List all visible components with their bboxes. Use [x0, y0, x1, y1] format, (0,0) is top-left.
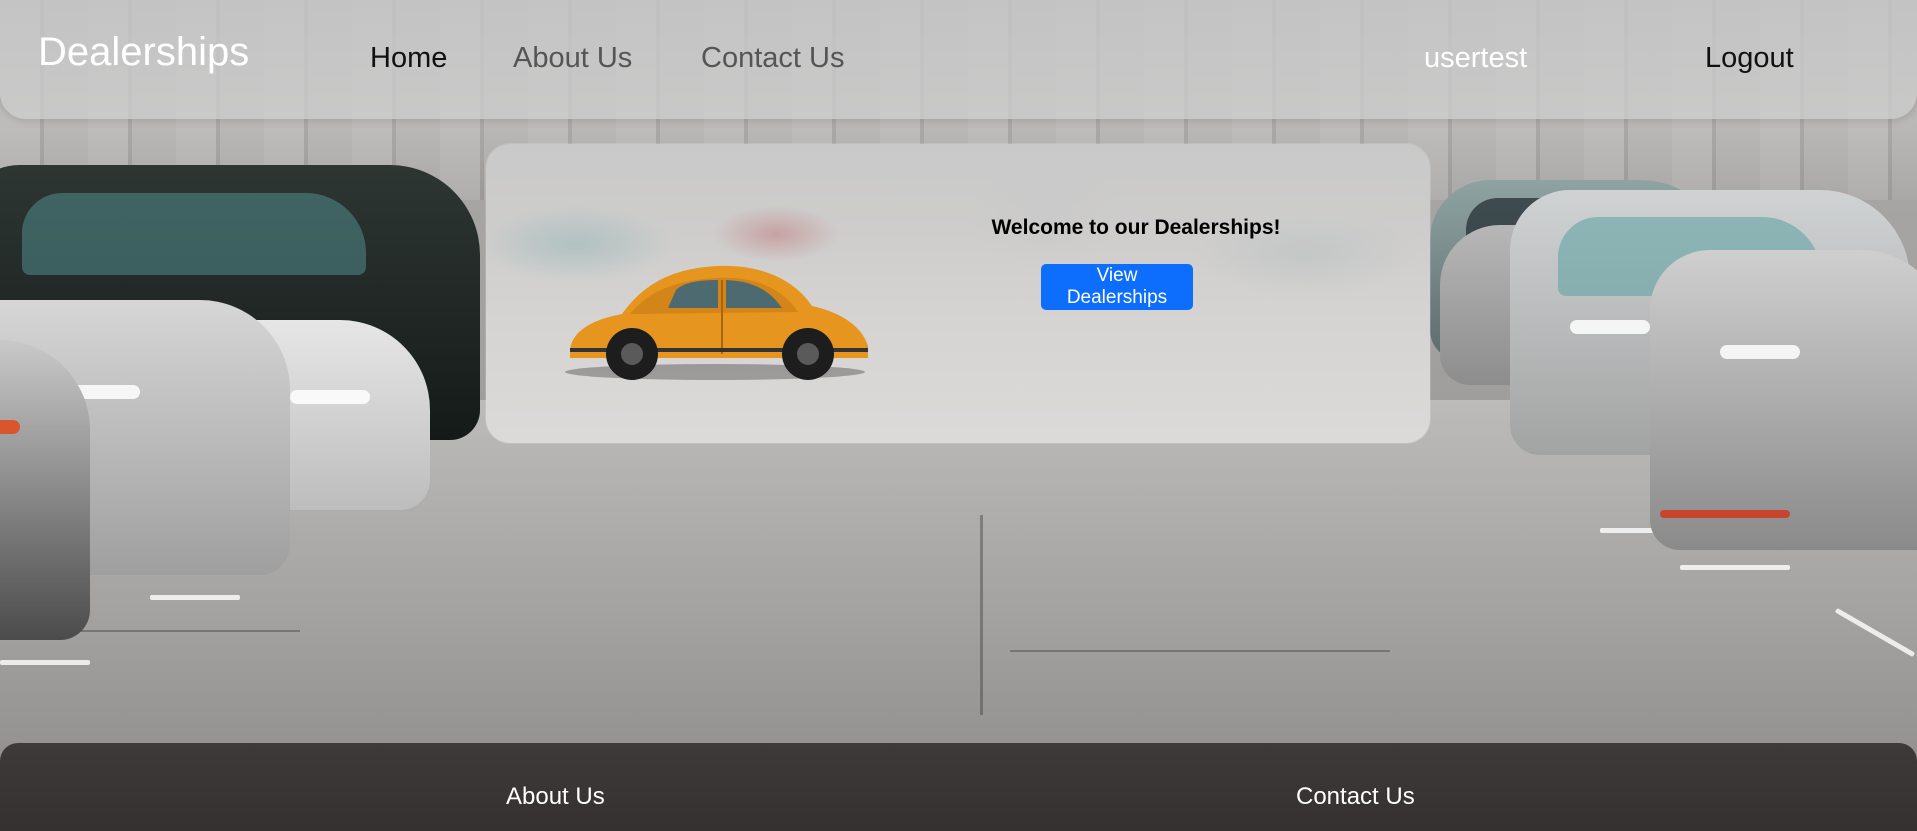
footer: About Us Contact Us [0, 743, 1917, 831]
brand-title[interactable]: Dealerships [38, 30, 249, 75]
beetle-car-image [565, 265, 868, 380]
username-label: usertest [1424, 42, 1528, 74]
car-left-near [0, 340, 90, 640]
footer-about-link[interactable]: About Us [506, 783, 605, 811]
view-dealerships-button[interactable]: View Dealerships [1041, 264, 1193, 310]
footer-contact-link[interactable]: Contact Us [1296, 783, 1415, 811]
welcome-heading: Welcome to our Dealerships! [991, 216, 1281, 239]
nav-about-link[interactable]: About Us [513, 42, 632, 75]
nav-home-link[interactable]: Home [370, 42, 447, 75]
hero-card: Welcome to our Dealerships! View Dealers… [486, 144, 1430, 443]
navbar: Dealerships Home About Us Contact Us use… [0, 0, 1917, 119]
car-right-near [1650, 250, 1917, 550]
nav-contact-link[interactable]: Contact Us [701, 42, 844, 75]
logout-link[interactable]: Logout [1705, 42, 1794, 75]
